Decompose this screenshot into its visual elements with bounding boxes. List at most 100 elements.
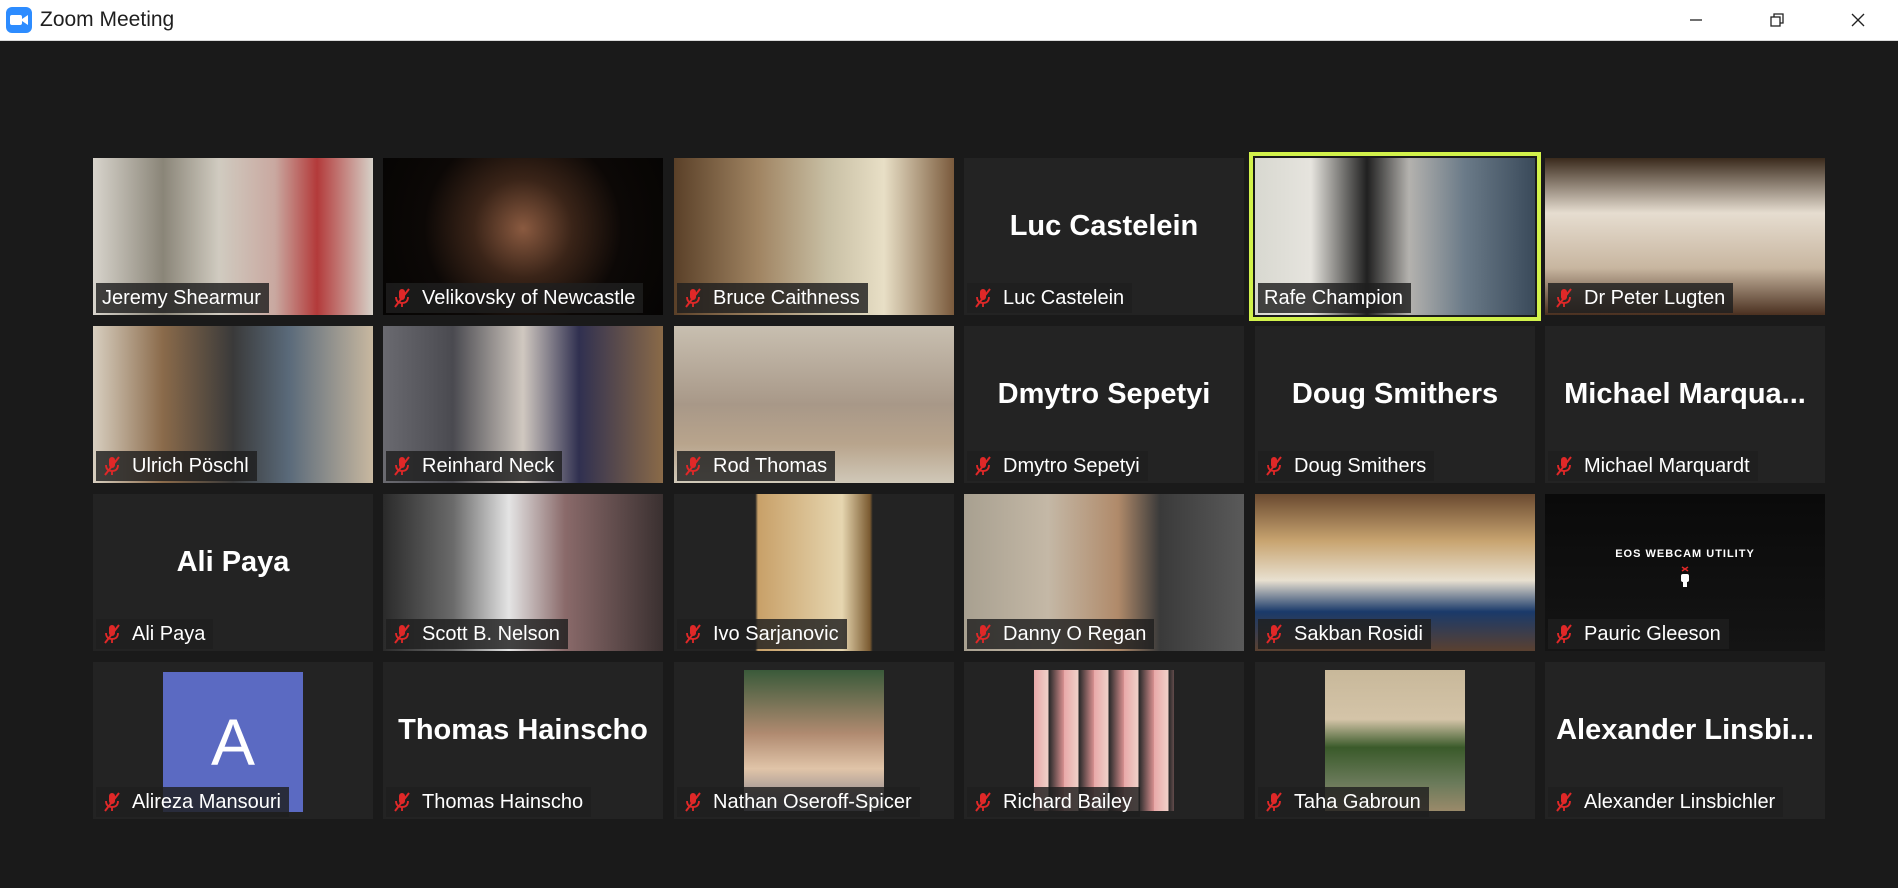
muted-microphone-icon (683, 287, 703, 309)
participant-tile[interactable]: Ali Paya Ali Paya (93, 494, 373, 651)
muted-microphone-icon (683, 455, 703, 477)
participant-name: Ulrich Pöschl (132, 454, 249, 477)
participant-display-name: Ali Paya (176, 546, 290, 578)
muted-microphone-icon (973, 287, 993, 309)
minimize-icon (1689, 19, 1702, 21)
muted-microphone-icon (392, 455, 412, 477)
participant-name-tag: Sakban Rosidi (1258, 619, 1431, 649)
participant-name: Dmytro Sepetyi (1003, 454, 1140, 477)
participant-tile[interactable]: Luc Castelein Luc Castelein (964, 158, 1244, 315)
participant-tile[interactable]: Ivo Sarjanovic (674, 494, 954, 651)
close-button[interactable] (1817, 0, 1898, 40)
participant-name-tag: Luc Castelein (967, 283, 1133, 313)
participant-tile[interactable]: A Alireza Mansouri (93, 662, 373, 819)
participant-name-tag: Ulrich Pöschl (96, 451, 257, 481)
participant-tile[interactable]: Alexander Linsbi... Alexander Linsbichler (1545, 662, 1825, 819)
participant-name: Luc Castelein (1003, 286, 1125, 309)
muted-microphone-icon (683, 623, 703, 645)
participant-tile[interactable]: Michael Marqua... Michael Marquardt (1545, 326, 1825, 483)
participant-name-tag: Alireza Mansouri (96, 787, 289, 817)
restore-icon (1769, 13, 1784, 27)
participant-display-name: Thomas Hainscho (398, 714, 648, 746)
participant-display-name: Doug Smithers (1291, 378, 1499, 410)
participant-tile[interactable]: Thomas Hainscho Thomas Hainscho (383, 662, 663, 819)
avatar-letter: A (210, 705, 256, 779)
participant-name: Thomas Hainscho (422, 790, 584, 813)
muted-microphone-icon (1554, 287, 1574, 309)
participant-name: Dr Peter Lugten (1584, 286, 1726, 309)
participant-tile[interactable]: Rafe Champion (1249, 152, 1541, 321)
webcam-icon (1678, 566, 1692, 593)
participant-tile[interactable]: Velikovsky of Newcastle (383, 158, 663, 315)
participant-tile[interactable]: Dr Peter Lugten (1545, 158, 1825, 315)
participant-name: Velikovsky of Newcastle (422, 286, 636, 309)
participant-display-name: Michael Marqua... (1564, 378, 1806, 410)
participant-tile[interactable]: Richard Bailey (964, 662, 1244, 819)
participant-name-tag: Bruce Caithness (677, 283, 868, 313)
muted-microphone-icon (1554, 623, 1574, 645)
participant-name-tag: Danny O Regan (967, 619, 1155, 649)
participant-name-tag: Ivo Sarjanovic (677, 619, 847, 649)
participant-name: Rod Thomas (713, 454, 828, 477)
muted-microphone-icon (392, 791, 412, 813)
participant-name: Michael Marquardt (1584, 454, 1750, 477)
participant-display-name: Dmytro Sepetyi (997, 378, 1211, 410)
participant-name: Scott B. Nelson (422, 622, 560, 645)
participant-name: Sakban Rosidi (1294, 622, 1423, 645)
muted-microphone-icon (102, 455, 122, 477)
participant-name: Richard Bailey (1003, 790, 1132, 813)
participant-tile[interactable]: Scott B. Nelson (383, 494, 663, 651)
participant-tile[interactable]: Doug Smithers Doug Smithers (1255, 326, 1535, 483)
participant-tile[interactable]: Rod Thomas (674, 326, 954, 483)
participant-tile[interactable]: Reinhard Neck (383, 326, 663, 483)
participant-name-tag: Pauric Gleeson (1548, 619, 1729, 649)
participant-name: Ivo Sarjanovic (713, 622, 839, 645)
participant-name: Pauric Gleeson (1584, 622, 1721, 645)
participant-tile[interactable]: Danny O Regan (964, 494, 1244, 651)
participant-tile[interactable]: Nathan Oseroff-Spicer (674, 662, 954, 819)
participant-name-tag: Velikovsky of Newcastle (386, 283, 644, 313)
zoom-camera-icon (6, 7, 32, 33)
muted-microphone-icon (973, 623, 993, 645)
minimize-button[interactable] (1655, 0, 1736, 40)
participant-name-tag: Jeremy Shearmur (96, 283, 269, 313)
window-controls (1655, 0, 1898, 40)
participant-name-tag: Rafe Champion (1258, 283, 1411, 313)
participant-name-tag: Dr Peter Lugten (1548, 283, 1734, 313)
participant-tile[interactable]: Sakban Rosidi (1255, 494, 1535, 651)
muted-microphone-icon (1264, 623, 1284, 645)
participant-tile[interactable]: Jeremy Shearmur (93, 158, 373, 315)
close-icon (1851, 13, 1864, 27)
participant-tile[interactable]: Dmytro Sepetyi Dmytro Sepetyi (964, 326, 1244, 483)
participant-name-tag: Alexander Linsbichler (1548, 787, 1784, 817)
title-bar: Zoom Meeting (0, 0, 1898, 41)
participant-tile[interactable]: Taha Gabroun (1255, 662, 1535, 819)
participant-name-tag: Dmytro Sepetyi (967, 451, 1148, 481)
participant-name: Alexander Linsbichler (1584, 790, 1776, 813)
participant-display-name: Alexander Linsbi... (1556, 714, 1814, 746)
participant-name-tag: Rod Thomas (677, 451, 836, 481)
muted-microphone-icon (1264, 791, 1284, 813)
muted-microphone-icon (392, 287, 412, 309)
muted-microphone-icon (973, 791, 993, 813)
participant-name: Rafe Champion (1264, 286, 1403, 309)
participant-name: Danny O Regan (1003, 622, 1147, 645)
restore-button[interactable] (1736, 0, 1817, 40)
participant-name: Alireza Mansouri (132, 790, 281, 813)
participant-display-name: Luc Castelein (1009, 210, 1199, 242)
muted-microphone-icon (1554, 791, 1574, 813)
participant-name-tag: Thomas Hainscho (386, 787, 592, 817)
window-title: Zoom Meeting (40, 8, 175, 31)
participant-name: Ali Paya (132, 622, 206, 645)
muted-microphone-icon (1264, 455, 1284, 477)
participant-name-tag: Taha Gabroun (1258, 787, 1429, 817)
participant-tile[interactable]: Bruce Caithness (674, 158, 954, 315)
participant-name: Bruce Caithness (713, 286, 860, 309)
participant-tile[interactable]: EOS WEBCAM UTILITY Pauric Gleeson (1545, 494, 1825, 651)
participant-name-tag: Michael Marquardt (1548, 451, 1758, 481)
participant-name: Jeremy Shearmur (102, 286, 261, 309)
participant-name: Nathan Oseroff-Spicer (713, 790, 912, 813)
participant-name-tag: Ali Paya (96, 619, 214, 649)
muted-microphone-icon (683, 791, 703, 813)
participant-tile[interactable]: Ulrich Pöschl (93, 326, 373, 483)
